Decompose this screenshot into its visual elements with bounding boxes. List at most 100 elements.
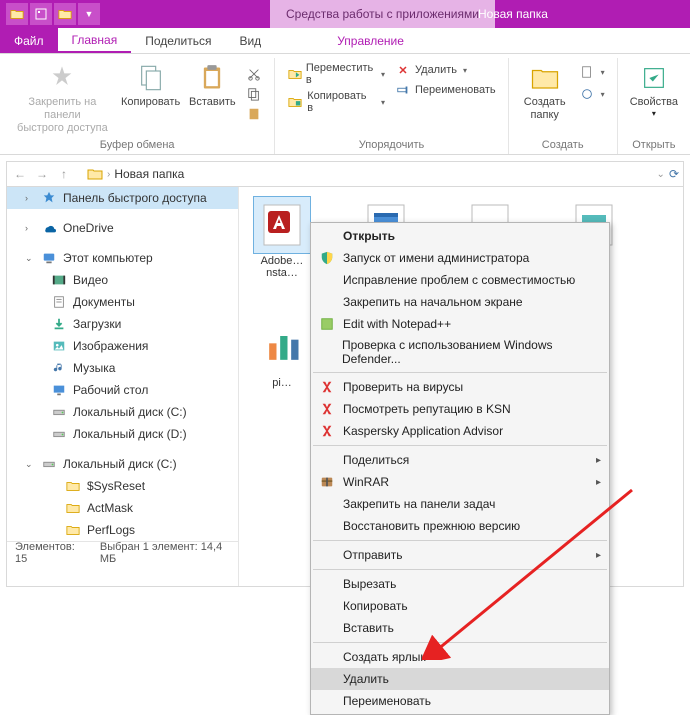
videos-icon [51,272,67,288]
sidebar-onedrive[interactable]: › OneDrive [7,217,238,239]
sidebar-desktop[interactable]: Рабочий стол [7,379,238,401]
sidebar-sysreset[interactable]: $SysReset [7,475,238,497]
delete-button[interactable]: ✕ Удалить▾ [391,60,500,80]
qat-properties-icon[interactable] [30,3,52,25]
address-bar[interactable]: ← → ↑ › Новая папка ⌄ ⟳ [6,161,684,187]
cm-edit-npp[interactable]: Edit with Notepad++ [311,313,609,335]
paste-button[interactable]: Вставить [184,60,240,111]
tab-home[interactable]: Главная [58,28,132,53]
paste-shortcut-small-button[interactable] [242,104,266,124]
desktop-icon [51,382,67,398]
star-icon [41,190,57,206]
sidebar-downloads[interactable]: Загрузки [7,313,238,335]
ribbon-tabs: Файл Главная Поделиться Вид Управление [0,28,690,54]
window-title: Новая папка [478,0,548,28]
onedrive-icon [41,220,57,236]
cm-winrar[interactable]: WinRAR▸ [311,471,609,493]
open-group-label: Открыть [626,137,682,154]
cm-troubleshoot[interactable]: Исправление проблем с совместимостью [311,269,609,291]
sidebar-actmask[interactable]: ActMask [7,497,238,519]
cm-pin-taskbar[interactable]: Закрепить на панели задач [311,493,609,515]
nav-up-icon[interactable]: ↑ [55,165,73,183]
sidebar-local-c[interactable]: Локальный диск (C:) [7,401,238,423]
ribbon: Закрепить на панели быстрого доступа Коп… [0,54,690,155]
nav-back-icon[interactable]: ← [11,165,29,183]
copy-button[interactable]: Копировать [119,60,183,111]
cm-copy[interactable]: Копировать [311,595,609,617]
chevron-right-icon: ▸ [596,477,601,488]
cut-small-button[interactable] [242,64,266,84]
sidebar-local-c-root[interactable]: ⌄ Локальный диск (C:) [7,453,238,475]
folder-icon [87,166,103,182]
sidebar-pictures[interactable]: Изображения [7,335,238,357]
properties-button[interactable]: Свойства ▾ [626,60,682,120]
cm-pin-start[interactable]: Закрепить на начальном экране [311,291,609,313]
sidebar-quick-access[interactable]: › Панель быстрого доступа [7,187,238,209]
easy-access-small[interactable]: ▾ [575,84,609,104]
properties-label: Свойства [630,96,678,109]
file-item[interactable]: pi… [249,319,315,389]
cm-restore[interactable]: Восстановить прежнюю версию [311,515,609,537]
cm-kaspersky[interactable]: Kaspersky Application Advisor [311,420,609,442]
sidebar-perflogs[interactable]: PerfLogs [7,519,238,541]
refresh-icon[interactable]: ⟳ [669,167,679,181]
new-item-small[interactable]: ▾ [575,62,609,82]
file-item-selected[interactable]: Adobe… nsta… [249,197,315,279]
sidebar-documents[interactable]: Документы [7,291,238,313]
qat-folder-icon[interactable] [6,3,28,25]
cm-paste[interactable]: Вставить [311,617,609,639]
folder-icon [65,500,81,516]
tab-view[interactable]: Вид [225,28,275,53]
cm-shortcut[interactable]: Создать ярлык [311,646,609,668]
new-folder-label: Создать папку [524,96,566,122]
navigation-pane: › Панель быстрого доступа › OneDrive ⌄ Э… [7,187,239,586]
cm-delete[interactable]: Удалить [311,668,609,690]
sidebar-music[interactable]: Музыка [7,357,238,379]
cm-share[interactable]: Поделиться▸ [311,449,609,471]
drive-icon [51,426,67,442]
sidebar-this-pc[interactable]: ⌄ Этот компьютер [7,247,238,269]
organize-group-label: Упорядочить [283,137,499,154]
chevron-down-icon: ⌄ [25,459,35,470]
breadcrumb-segment[interactable]: Новая папка [114,167,184,181]
folder-icon [65,478,81,494]
copy-to-button[interactable]: Копировать в▾ [283,88,389,116]
ribbon-group-organize: Переместить в▾ Копировать в▾ ✕ Удалить▾ … [275,58,508,154]
copy-path-small-button[interactable] [242,84,266,104]
shield-icon [317,250,337,266]
copy-label: Копировать [121,96,180,109]
tab-file[interactable]: Файл [0,28,58,53]
sidebar-local-d[interactable]: Локальный диск (D:) [7,423,238,445]
qat-dropdown-icon[interactable]: ▼ [78,3,100,25]
downloads-icon [51,316,67,332]
qat-new-icon[interactable] [54,3,76,25]
tab-manage[interactable]: Управление [323,28,418,53]
move-to-button[interactable]: Переместить в▾ [283,60,389,88]
tab-share[interactable]: Поделиться [131,28,225,53]
status-bar: Элементов: 15 Выбран 1 элемент: 14,4 МБ [7,541,238,563]
kaspersky-icon [317,401,337,417]
cm-cut[interactable]: Вырезать [311,573,609,595]
rename-button[interactable]: Переименовать [391,80,500,100]
notepadpp-icon [317,316,337,332]
file-name: pi… [249,377,315,389]
pin-quick-access-button[interactable]: Закрепить на панели быстрого доступа [8,60,117,137]
cm-open[interactable]: Открыть [311,225,609,247]
winrar-icon [317,474,337,490]
kaspersky-icon [317,423,337,439]
ribbon-group-clipboard: Закрепить на панели быстрого доступа Коп… [0,58,275,154]
new-folder-button[interactable]: Создать папку [517,60,573,124]
adobe-installer-icon [254,197,310,253]
sidebar-videos[interactable]: Видео [7,269,238,291]
pin-label: Закрепить на панели быстрого доступа [12,96,113,135]
breadcrumb-separator: › [107,169,110,180]
nav-fwd-icon[interactable]: → [33,165,51,183]
breadcrumb-dropdown-icon[interactable]: ⌄ [657,169,665,180]
cm-send-to[interactable]: Отправить▸ [311,544,609,566]
cm-ksn[interactable]: Посмотреть репутацию в KSN [311,398,609,420]
cm-run-as-admin[interactable]: Запуск от имени администратора [311,247,609,269]
pictures-icon [51,338,67,354]
cm-rename[interactable]: Переименовать [311,690,609,712]
cm-scan-virus[interactable]: Проверить на вирусы [311,376,609,398]
cm-defender[interactable]: Проверка с использованием Windows Defend… [311,335,609,369]
